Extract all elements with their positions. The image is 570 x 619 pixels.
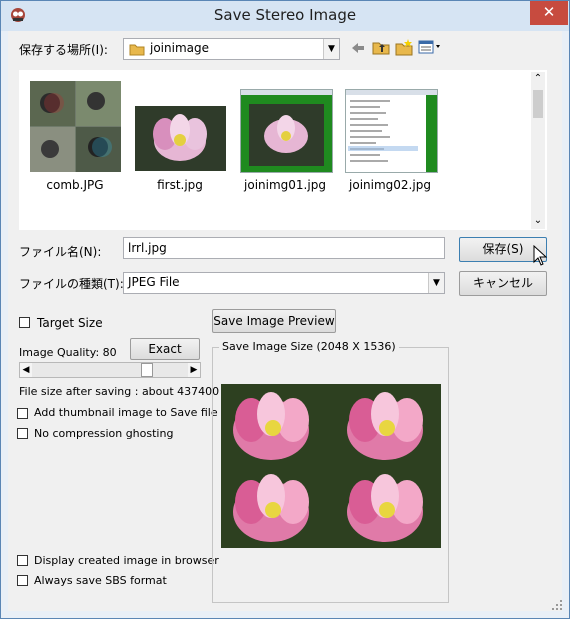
save-image-preview-button[interactable]: Save Image Preview: [212, 309, 336, 333]
file-thumbnail[interactable]: [30, 81, 121, 172]
preview-size-legend: Save Image Size (2048 X 1536): [219, 340, 399, 353]
target-size-label[interactable]: Target Size: [37, 316, 103, 330]
file-name[interactable]: first.jpg: [125, 178, 235, 192]
target-size-checkbox[interactable]: [19, 317, 30, 328]
cancel-button[interactable]: キャンセル: [459, 271, 547, 296]
scrollbar-thumb[interactable]: [533, 90, 543, 118]
lotus-quadrant: [221, 384, 331, 466]
file-thumbnail[interactable]: [240, 89, 333, 173]
image-quality-label: Image Quality: 80: [19, 346, 117, 359]
filetype-value: JPEG File: [128, 275, 180, 289]
no-ghosting-label[interactable]: No compression ghosting: [34, 427, 173, 440]
folder-icon: [129, 44, 145, 56]
preview-image: [221, 384, 441, 548]
close-button[interactable]: ✕: [530, 1, 568, 25]
location-combo[interactable]: joinimage ▼: [123, 38, 340, 60]
scroll-up-icon[interactable]: ⌃: [531, 73, 545, 84]
exact-sizes-button[interactable]: Exact Sizes: [130, 338, 200, 376]
resize-grip-icon[interactable]: [550, 598, 564, 612]
save-in-label: 保存する場所(I):: [19, 43, 108, 57]
close-icon: ✕: [542, 3, 556, 21]
always-sbs-checkbox[interactable]: [17, 575, 28, 586]
no-ghosting-checkbox[interactable]: [17, 428, 28, 439]
file-name[interactable]: comb.JPG: [20, 178, 130, 192]
file-name[interactable]: joinimg02.jpg: [335, 178, 445, 192]
window-title: Save Stereo Image: [213, 6, 357, 24]
display-in-browser-label[interactable]: Display created image in browser: [34, 554, 219, 567]
slider-right-icon[interactable]: ▶: [188, 363, 200, 377]
slider-left-icon[interactable]: ◀: [20, 363, 32, 377]
filetype-dropdown-arrow[interactable]: ▼: [428, 273, 444, 293]
filetype-label: ファイルの種類(T):: [19, 277, 124, 291]
add-thumbnail-label[interactable]: Add thumbnail image to Save file: [34, 406, 218, 419]
add-thumbnail-checkbox[interactable]: [17, 408, 28, 419]
quality-slider[interactable]: ◀ ▶: [19, 362, 201, 378]
lotus-quadrant: [331, 466, 441, 548]
file-list-scrollbar[interactable]: ⌃ ⌄: [531, 72, 545, 229]
new-folder-icon[interactable]: [395, 38, 413, 56]
filename-input[interactable]: [123, 237, 445, 259]
view-menu-icon[interactable]: [418, 39, 444, 55]
file-size-text: File size after saving : about 437400: [19, 385, 220, 398]
file-thumbnail[interactable]: [345, 89, 438, 173]
location-value: joinimage: [150, 41, 209, 55]
lotus-quadrant: [331, 384, 441, 466]
lotus-quadrant: [221, 466, 331, 548]
always-sbs-label[interactable]: Always save SBS format: [34, 574, 167, 587]
mouse-cursor-icon: [533, 244, 548, 267]
display-in-browser-checkbox[interactable]: [17, 555, 28, 566]
left-arrow-icon[interactable]: [350, 40, 366, 56]
slider-thumb[interactable]: [141, 363, 153, 377]
location-dropdown-arrow[interactable]: ▼: [323, 39, 339, 59]
filename-label: ファイル名(N):: [19, 245, 102, 259]
scroll-down-icon[interactable]: ⌄: [531, 215, 545, 226]
folder-up-icon[interactable]: [372, 39, 390, 55]
file-name[interactable]: joinimg01.jpg: [230, 178, 340, 192]
filetype-combo[interactable]: JPEG File ▼: [123, 272, 445, 294]
file-thumbnail[interactable]: [135, 106, 226, 171]
